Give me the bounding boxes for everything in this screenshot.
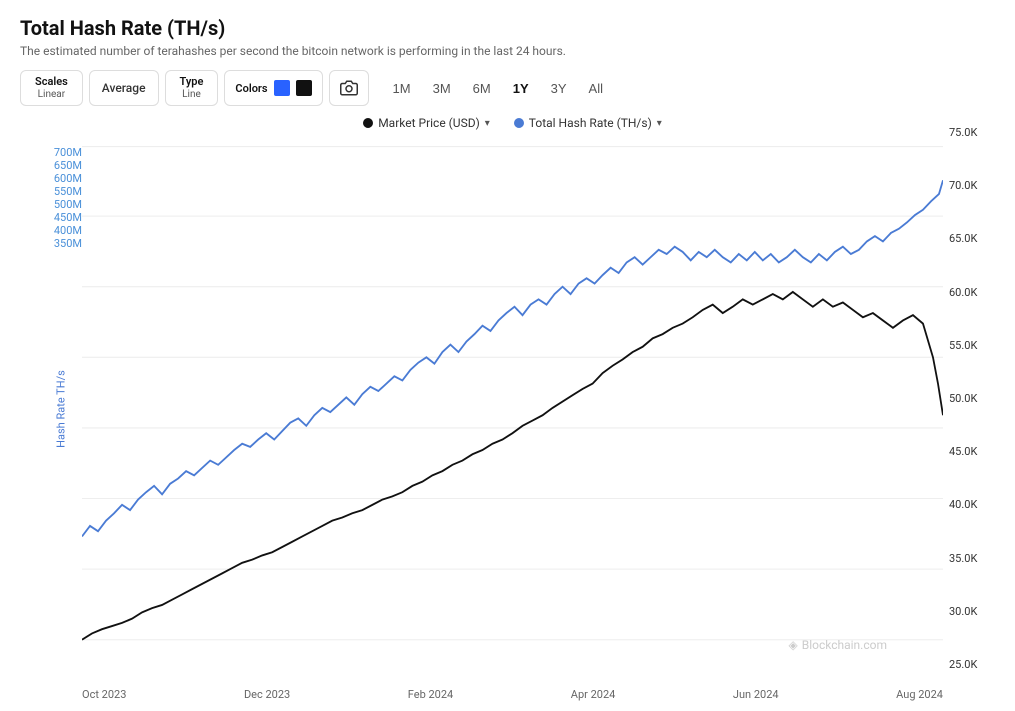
scales-group: Scales Linear (20, 70, 83, 106)
colors-label: Colors (235, 82, 267, 95)
time-btn-1m[interactable]: 1M (383, 75, 421, 102)
type-label: Type (180, 75, 204, 88)
legend-chevron-hashrate: ▾ (657, 118, 662, 129)
time-btn-3m[interactable]: 3M (423, 75, 461, 102)
legend-label-market: Market Price (USD) (378, 116, 480, 130)
legend-dot-hashrate (514, 118, 524, 128)
time-btn-6m[interactable]: 6M (463, 75, 501, 102)
chart-wrapper: Market Price (USD) ▾ Total Hash Rate (TH… (82, 116, 943, 701)
x-label-jun: Jun 2024 (733, 688, 779, 701)
chart-area: Hash Rate TH/s 700M 650M 600M 550M 500M … (20, 116, 995, 701)
hashrate-line (82, 180, 943, 536)
x-label-feb: Feb 2024 (408, 688, 453, 701)
chart-svg: .grid-line { stroke: #eee; stroke-width:… (82, 136, 943, 684)
x-label-dec: Dec 2023 (244, 688, 290, 701)
y-axis-right: 75.0K 70.0K 65.0K 60.0K 55.0K 50.0K 45.0… (943, 116, 995, 701)
color-swatch-2[interactable] (296, 80, 312, 96)
type-value: Line (182, 89, 201, 101)
watermark: ◈ Blockchain.com (789, 638, 888, 652)
legend-item-hashrate: Total Hash Rate (TH/s) ▾ (514, 116, 662, 130)
scales-label: Scales (35, 75, 68, 88)
type-group: Type Line (165, 70, 219, 106)
y-axis-left-label: Hash Rate TH/s (54, 370, 67, 448)
chart-legend: Market Price (USD) ▾ Total Hash Rate (TH… (82, 116, 943, 130)
market-price-line (82, 292, 943, 640)
toolbar: Scales Linear Average Type Line Colors (20, 70, 995, 106)
page-title: Total Hash Rate (TH/s) (20, 16, 995, 40)
legend-label-hashrate: Total Hash Rate (TH/s) (529, 116, 652, 130)
page-subtitle: The estimated number of terahashes per s… (20, 44, 995, 58)
x-label-oct: Oct 2023 (82, 688, 126, 701)
watermark-icon: ◈ (789, 638, 798, 652)
average-button[interactable]: Average (89, 70, 159, 106)
time-btn-all[interactable]: All (579, 75, 613, 102)
camera-button[interactable] (329, 70, 369, 106)
x-axis: Oct 2023 Dec 2023 Feb 2024 Apr 2024 Jun … (82, 684, 943, 701)
type-button[interactable]: Type Line (166, 71, 218, 105)
color-swatch-1[interactable] (274, 80, 290, 96)
colors-group: Colors (224, 70, 322, 106)
time-btn-1y[interactable]: 1Y (503, 75, 539, 102)
legend-item-market-price: Market Price (USD) ▾ (363, 116, 490, 130)
legend-chevron-market: ▾ (485, 118, 490, 129)
scales-value: Linear (38, 89, 65, 101)
x-label-apr: Apr 2024 (571, 688, 616, 701)
y-axis-left: 700M 650M 600M 550M 500M 450M 400M 350M (20, 146, 82, 250)
time-btn-3y[interactable]: 3Y (541, 75, 577, 102)
scales-button[interactable]: Scales Linear (21, 71, 82, 105)
time-group: 1M 3M 6M 1Y 3Y All (383, 75, 613, 102)
legend-dot-market (363, 118, 373, 128)
x-label-aug: Aug 2024 (896, 688, 943, 701)
chart-svg-container: .grid-line { stroke: #eee; stroke-width:… (82, 136, 943, 684)
watermark-text: Blockchain.com (802, 638, 887, 652)
